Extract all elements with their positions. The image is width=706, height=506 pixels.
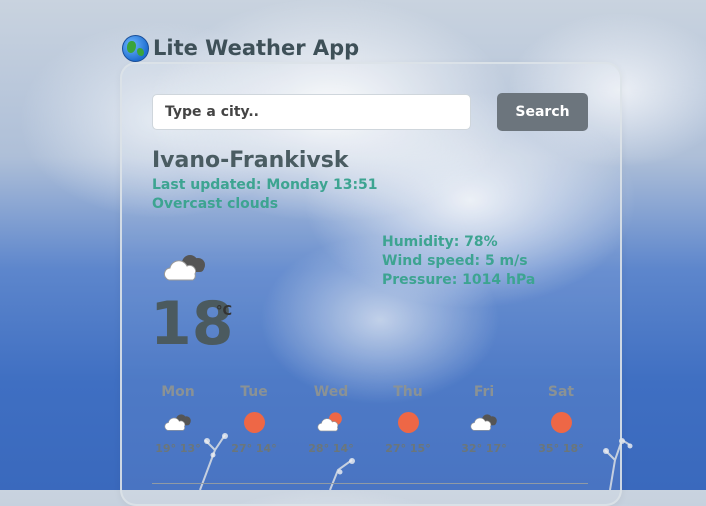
forecast-day-name: Mon [161,384,195,400]
humidity: Humidity: 78% [382,234,498,250]
app-title-text: Lite Weather App [153,36,360,60]
divider [152,483,588,484]
forecast-day-name: Wed [313,384,349,400]
forecast-day: Wed 28° 14° [293,384,369,455]
forecast-day: Tue 27° 14° [216,384,292,455]
clouds-icon [470,414,497,431]
forecast-day: Thu 27° 15° [370,384,446,455]
pressure: Pressure: 1014 hPa [382,272,536,288]
weather-description: Overcast clouds [152,196,279,212]
forecast-day-name: Fri [473,384,495,400]
forecast-temps: 28° 14° [308,442,354,455]
forecast-temps: 35° 18° [538,442,584,455]
city-search-input[interactable] [152,94,471,130]
city-name: Ivano-Frankivsk [152,148,349,173]
forecast-day-name: Tue [240,384,268,400]
forecast-temps: 27° 15° [385,442,431,455]
clouds-icon [164,414,191,431]
current-temperature: 18 [150,289,234,359]
sun-icon [397,411,419,433]
last-updated: Last updated: Monday 13:51 [152,177,378,193]
forecast-temps: 19° 13° [155,442,201,455]
forecast-temps: 27° 14° [231,442,277,455]
partly-cloudy-icon [317,412,342,432]
globe-icon [122,34,149,62]
search-button[interactable]: Search [497,93,588,131]
forecast-day: Mon 19° 13° [140,384,216,455]
forecast-day: Sat 35° 18° [523,384,599,455]
forecast-day: Fri 32° 17° [446,384,522,455]
app-title: Lite Weather App [122,34,359,62]
wind-speed: Wind speed: 5 m/s [382,253,528,269]
forecast-temps: 32° 17° [461,442,507,455]
clouds-icon [163,255,205,281]
forecast-day-name: Sat [547,384,575,400]
temperature-unit: °C [216,304,233,319]
sun-icon [243,411,265,433]
sun-icon [550,411,572,433]
forecast-day-name: Thu [393,384,423,400]
